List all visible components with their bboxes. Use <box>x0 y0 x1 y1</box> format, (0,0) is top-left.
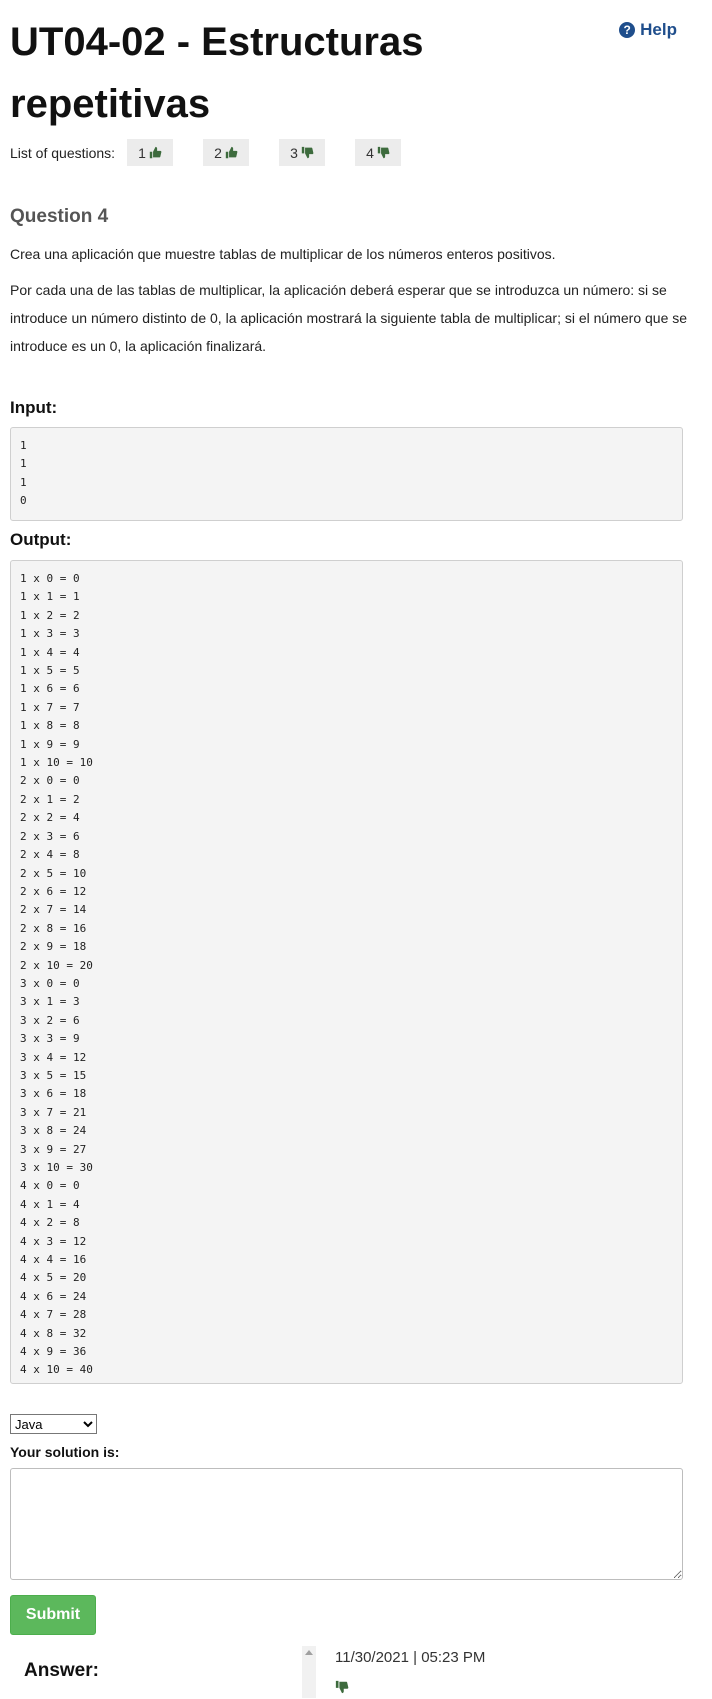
thumbs-down-icon <box>377 146 390 159</box>
thumbs-up-icon <box>225 146 238 159</box>
question-number: 4 <box>366 144 374 161</box>
question-4-button[interactable]: 4 <box>355 139 402 166</box>
thumbs-down-icon <box>301 146 314 159</box>
question-1-button[interactable]: 1 <box>127 139 174 166</box>
question-circle-icon: ? <box>619 22 636 38</box>
scrollbar[interactable] <box>302 1646 316 1698</box>
output-box: 1 x 0 = 0 1 x 1 = 1 1 x 2 = 2 1 x 3 = 3 … <box>10 560 683 1384</box>
answer-date: 11/30/2021 | 05:23 PM <box>335 1649 486 1666</box>
question-number: 1 <box>138 144 146 161</box>
solution-label: Your solution is: <box>10 1444 120 1460</box>
page-title: UT04-02 - Estructuras repetitivas <box>10 20 424 126</box>
question-description: Crea una aplicación que muestre tablas d… <box>10 240 700 368</box>
description-paragraph: Por cada una de las tablas de multiplica… <box>10 282 688 354</box>
question-list: List of questions: 1 2 3 4 <box>10 139 431 166</box>
input-label: Input: <box>10 398 58 417</box>
question-number: 2 <box>214 144 222 161</box>
language-select[interactable]: Java <box>10 1414 97 1434</box>
input-box: 1 1 1 0 <box>10 427 683 521</box>
scroll-up-arrow-icon[interactable] <box>305 1650 313 1655</box>
question-2-button[interactable]: 2 <box>203 139 250 166</box>
question-list-label: List of questions: <box>10 144 116 161</box>
output-label: Output: <box>10 530 72 549</box>
question-3-button[interactable]: 3 <box>279 139 326 166</box>
description-paragraph: Crea una aplicación que muestre tablas d… <box>10 246 556 262</box>
submit-button[interactable]: Submit <box>10 1595 96 1635</box>
question-number: 3 <box>290 144 298 161</box>
solution-textarea[interactable] <box>10 1468 683 1580</box>
help-label: Help <box>640 20 677 39</box>
help-link[interactable]: ? Help <box>619 20 677 40</box>
thumbs-up-icon <box>149 146 162 159</box>
thumbs-down-icon <box>335 1680 349 1694</box>
answer-label: Answer: <box>24 1660 99 1681</box>
question-title: Question 4 <box>10 206 109 227</box>
